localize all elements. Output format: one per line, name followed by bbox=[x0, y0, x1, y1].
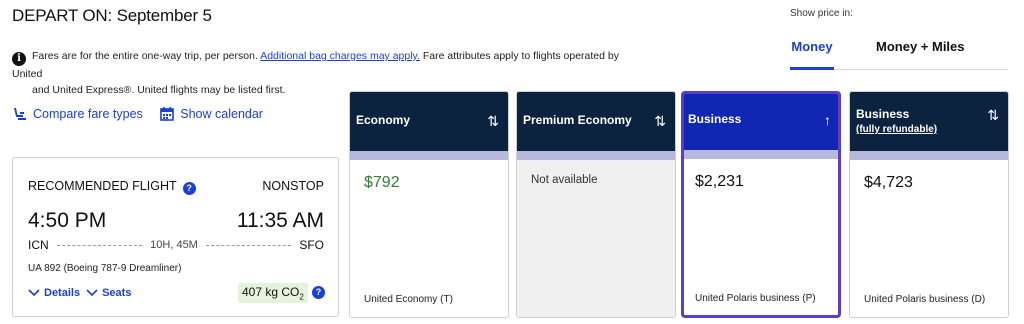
fare-band bbox=[517, 151, 675, 160]
fare-band bbox=[684, 150, 838, 159]
info-icon: i bbox=[12, 52, 26, 66]
depart-title: DEPART ON: September 5 bbox=[12, 6, 212, 26]
aircraft-info: UA 892 (Boeing 787-9 Dreamliner) bbox=[28, 263, 182, 274]
fare-unavailable: Not available bbox=[531, 174, 598, 186]
fare-header: Premium Economy ⇅ bbox=[517, 92, 675, 151]
depart-label: DEPART ON: bbox=[12, 6, 113, 25]
co2-badge: 407 kg CO2 bbox=[238, 283, 308, 304]
details-label: Details bbox=[44, 287, 81, 299]
calendar-icon bbox=[160, 106, 175, 121]
fare-cabin: United Polaris business (D) bbox=[864, 294, 986, 305]
fare-column-economy[interactable]: Economy ⇅ $792 United Economy (T) bbox=[349, 91, 509, 318]
fare-name: Business bbox=[856, 107, 910, 121]
fare-links: Compare fare types Show calendar bbox=[12, 106, 263, 121]
fare-subtitle-link[interactable]: (fully refundable) bbox=[856, 124, 937, 135]
fare-header: Business ↑ bbox=[684, 94, 838, 150]
fare-column-business[interactable]: Business ↑ $2,231 United Polaris busines… bbox=[681, 91, 841, 318]
seats-label: Seats bbox=[102, 287, 132, 299]
origin-code: ICN bbox=[28, 238, 49, 252]
co2-value: 407 kg CO bbox=[242, 285, 300, 299]
compare-fare-types-link[interactable]: Compare fare types bbox=[12, 107, 143, 121]
details-toggle[interactable]: Details bbox=[28, 287, 80, 299]
fare-price[interactable]: $2,231 bbox=[695, 173, 744, 191]
fare-cabin: United Polaris business (P) bbox=[695, 293, 816, 304]
price-toggle: Show price in: Money Money + Miles bbox=[790, 8, 1008, 70]
chevron-down-icon bbox=[28, 289, 40, 297]
fare-cabin: United Economy (T) bbox=[364, 294, 453, 305]
bag-charges-link[interactable]: Additional bag charges may apply. bbox=[260, 50, 420, 62]
recommended-label: RECOMMENDED FLIGHT bbox=[28, 179, 177, 193]
route-line: ICN 10H, 45M SFO bbox=[28, 238, 324, 252]
fare-price[interactable]: $4,723 bbox=[864, 174, 913, 192]
selected-tab-indicator bbox=[790, 67, 834, 70]
co2-help-icon[interactable]: ? bbox=[312, 286, 325, 299]
tab-money-miles[interactable]: Money + Miles bbox=[876, 39, 965, 54]
seat-icon bbox=[14, 107, 26, 120]
tab-money[interactable]: Money bbox=[790, 39, 834, 54]
chevron-down-icon bbox=[86, 289, 98, 297]
flight-card-links: Details Seats bbox=[28, 287, 131, 299]
arrive-time: 11:35 AM bbox=[236, 209, 324, 232]
fare-header: Economy ⇅ bbox=[350, 92, 508, 151]
notice-text: Fares are for the entire one-way trip, p… bbox=[32, 50, 258, 62]
fare-band bbox=[850, 151, 1008, 160]
show-calendar-link[interactable]: Show calendar bbox=[160, 106, 263, 121]
show-calendar-label: Show calendar bbox=[180, 106, 263, 121]
sort-icon[interactable]: ⇅ bbox=[654, 113, 666, 130]
fare-column-premium-economy: Premium Economy ⇅ Not available bbox=[516, 91, 676, 318]
recommended-flight-card: RECOMMENDED FLIGHT? NONSTOP 4:50 PM 11:3… bbox=[12, 157, 339, 317]
fare-name: Economy bbox=[356, 113, 411, 127]
recommended-flight-heading: RECOMMENDED FLIGHT? bbox=[28, 179, 196, 195]
flight-duration: 10H, 45M bbox=[150, 239, 198, 251]
sort-icon[interactable]: ⇅ bbox=[487, 113, 499, 130]
destination-code: SFO bbox=[299, 238, 325, 252]
sort-icon[interactable]: ⇅ bbox=[987, 107, 999, 124]
co2-subscript: 2 bbox=[299, 292, 304, 302]
route-divider bbox=[205, 244, 292, 246]
fare-band bbox=[350, 151, 508, 160]
sort-ascending-icon[interactable]: ↑ bbox=[824, 112, 831, 128]
price-toggle-label: Show price in: bbox=[790, 8, 853, 19]
depart-date: September 5 bbox=[116, 6, 212, 25]
depart-time: 4:50 PM bbox=[28, 209, 107, 232]
fare-name: Premium Economy bbox=[523, 113, 632, 127]
stops-label: NONSTOP bbox=[262, 179, 324, 193]
fare-column-business-refundable[interactable]: Business (fully refundable) ⇅ $4,723 Uni… bbox=[849, 91, 1009, 318]
fare-name: Business bbox=[688, 112, 742, 126]
route-divider bbox=[56, 244, 143, 246]
compare-fare-types-label: Compare fare types bbox=[33, 106, 143, 121]
help-icon[interactable]: ? bbox=[182, 182, 196, 195]
fare-header: Business (fully refundable) ⇅ bbox=[850, 92, 1008, 151]
fare-price[interactable]: $792 bbox=[364, 174, 400, 192]
seats-toggle[interactable]: Seats bbox=[86, 287, 131, 299]
